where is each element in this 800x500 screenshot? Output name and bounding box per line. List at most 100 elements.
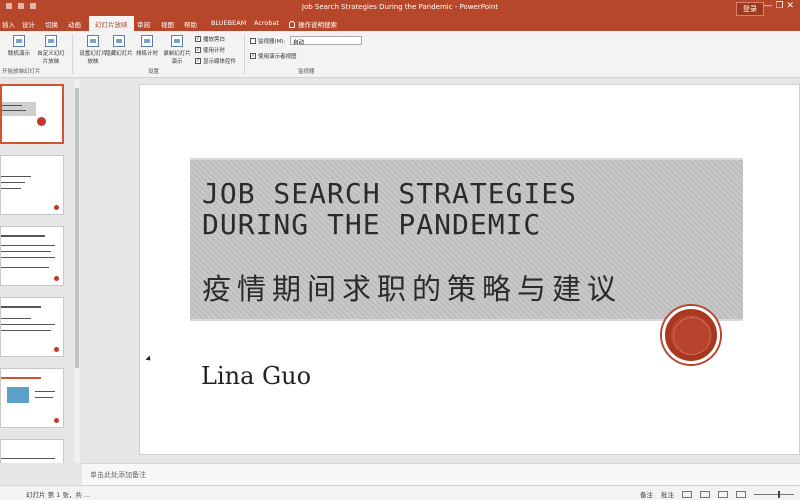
wax-seal-graphic [662,306,720,364]
monitor-setting: 监视器(M): [250,37,285,45]
play-narrations-checkbox[interactable]: ✓ 播放旁白 [195,35,225,43]
thumb-line [1,324,55,325]
reading-view-icon[interactable] [718,490,728,498]
slide-thumbnail-6[interactable] [0,439,64,463]
thumb-line [1,245,55,246]
notes-pane[interactable]: 单击此处添加备注 [82,463,800,485]
comments-button[interactable]: 批注 [661,489,674,499]
thumb-dot [54,205,59,210]
tab-view[interactable]: 视图 [161,19,174,29]
zoom-slider[interactable] [754,490,794,498]
tab-design[interactable]: 设计 [22,19,35,29]
ribbon: 联机演示 自定义幻灯片放映 开始放映幻灯片 设置幻灯片放映 隐藏幻灯片 排练计时… [0,31,800,78]
custom-show-icon [45,35,57,47]
scrollbar-thumb[interactable] [75,88,79,368]
tab-insert[interactable]: 插入 [2,19,15,29]
thumb-dot [54,347,59,352]
thumb-line [2,105,22,106]
record-slideshow-label: 录制幻灯片演示 [163,51,191,65]
show-media-controls-label: 显示媒体控件 [203,59,237,65]
thumb-line [1,458,55,459]
thumb-line [35,397,53,398]
monitor-label: 监视器(M): [258,39,286,45]
slide-title-line-2: DURING THE PANDEMIC [202,208,542,241]
window-title: Job Search Strategies During the Pandemi… [301,3,499,11]
presenter-view-label: 使用演示者视图 [258,54,297,60]
online-present-button[interactable]: 联机演示 [4,35,34,57]
tab-transitions[interactable]: 切换 [45,19,58,29]
thumb-dot [54,418,59,423]
online-present-label: 联机演示 [7,51,30,57]
record-slideshow-button[interactable]: 录制幻灯片演示 [162,35,192,65]
tab-bluebeam[interactable]: BLUEBEAM [211,19,246,27]
slideshow-view-icon[interactable] [736,490,746,498]
checkbox-checked-icon: ✓ [195,36,201,42]
thumb-line [1,188,21,189]
thumb-line [1,182,25,183]
tab-animations[interactable]: 动画 [68,19,81,29]
tab-acrobat[interactable]: Acrobat [254,19,279,27]
monitor-dropdown-value: 自动 [293,40,305,46]
group-label-start: 开始放映幻灯片 [2,69,41,75]
title-banner: JOB SEARCH STRATEGIES DURING THE PANDEMI… [190,158,743,321]
slide-thumbnail-pane [0,78,82,463]
slide-canvas[interactable]: JOB SEARCH STRATEGIES DURING THE PANDEMI… [139,84,800,455]
slide-author[interactable]: Lina Guo [201,362,311,390]
slide-thumbnail-4[interactable] [0,297,64,357]
status-right: 备注 批注 [640,489,794,499]
hide-slide-icon [113,35,125,47]
window-controls[interactable]: — ❐ ✕ [764,1,794,11]
presenter-view-checkbox[interactable]: ✓ 使用演示者视图 [250,52,297,60]
status-bar: 幻灯片 第 1 张，共 … 备注 批注 [0,485,800,500]
thumb-line [1,267,49,268]
record-icon [171,35,183,47]
slide-thumbnail-3[interactable] [0,226,64,286]
tab-help[interactable]: 帮助 [184,19,197,29]
thumb-line [1,235,45,237]
notes-button[interactable]: 备注 [640,489,653,499]
slide-title-line-1: JOB SEARCH STRATEGIES [202,177,578,210]
checkbox-checked-icon: ✓ [195,47,201,53]
slide-thumbnail-2[interactable] [0,155,64,215]
lightbulb-icon [289,20,295,28]
thumb-line [2,110,26,111]
group-label-monitors: 监视器 [298,69,315,75]
thumb-line [1,306,41,308]
slide-thumbnail-1[interactable] [0,84,64,144]
stopwatch-icon [141,35,153,47]
thumb-image [7,387,29,403]
ribbon-tabs: 插入 设计 切换 动画 幻灯片放映 审阅 视图 帮助 BLUEBEAM Acro… [0,16,800,31]
title-bar: Job Search Strategies During the Pandemi… [0,0,800,16]
show-media-controls-checkbox[interactable]: ✓ 显示媒体控件 [195,57,236,65]
play-narrations-label: 播放旁白 [203,37,226,43]
monitor-dropdown[interactable]: 自动 [290,36,362,46]
monitor-icon [250,38,256,44]
tab-slideshow[interactable]: 幻灯片放映 [89,16,134,31]
thumbnail-scrollbar[interactable] [74,80,80,463]
normal-view-icon[interactable] [682,490,692,498]
thumb-seal [37,117,46,126]
tab-review[interactable]: 审阅 [137,19,150,29]
thumb-dot [54,276,59,281]
slide-title[interactable]: JOB SEARCH STRATEGIES DURING THE PANDEMI… [202,178,577,240]
tell-me-search[interactable]: 操作说明搜索 [289,19,337,29]
thumb-line [1,318,31,319]
notes-placeholder: 单击此处添加备注 [90,471,146,479]
hide-slide-button[interactable]: 隐藏幻灯片 [104,35,134,57]
setup-icon [87,35,99,47]
sign-in-button[interactable]: 登录 [736,2,764,16]
ribbon-separator [72,34,73,74]
thumb-line [1,176,31,177]
group-label-setup: 设置 [148,69,160,75]
slide-info: 幻灯片 第 1 张，共 … [26,491,91,499]
custom-slideshow-button[interactable]: 自定义幻灯片放映 [36,35,66,65]
hide-slide-label: 隐藏幻灯片 [105,51,133,57]
rehearse-timings-button[interactable]: 排练计时 [132,35,162,57]
slide-subtitle-chinese[interactable]: 疫情期间求职的策略与建议 [202,266,622,308]
thumb-line [1,251,51,252]
slide-thumbnail-5[interactable] [0,368,64,428]
slide-sorter-icon[interactable] [700,490,710,498]
use-timings-checkbox[interactable]: ✓ 使用计时 [195,46,225,54]
ribbon-separator [244,34,245,74]
thumb-line [1,257,55,258]
